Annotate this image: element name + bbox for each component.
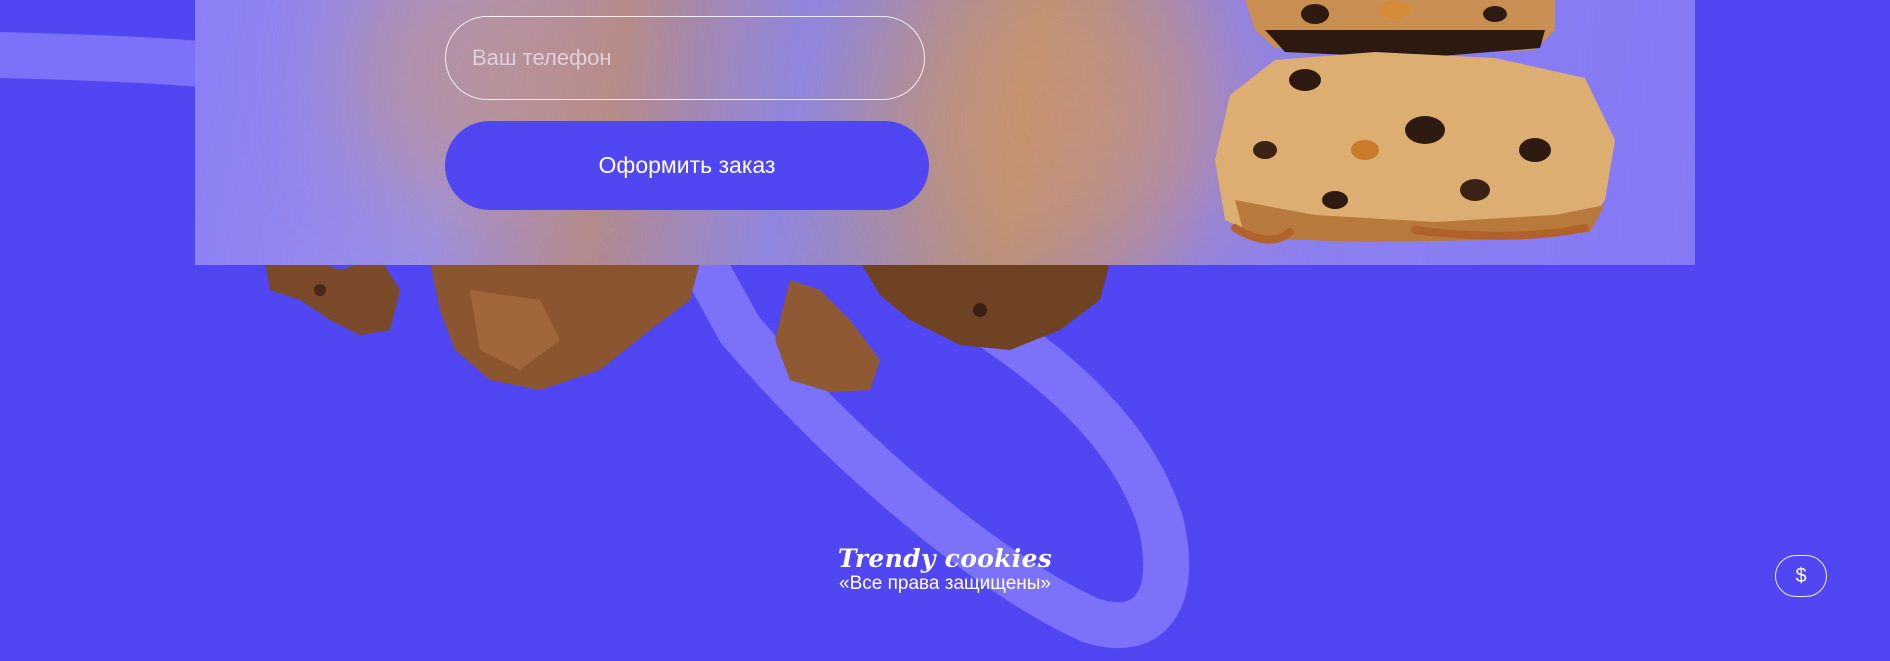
- footer: Trendy cookies «Все права защищены»: [795, 545, 1095, 595]
- currency-button[interactable]: $: [1775, 555, 1827, 597]
- copyright-text: «Все права защищены»: [839, 573, 1051, 594]
- order-panel: Оформить заказ: [195, 0, 1695, 265]
- phone-input[interactable]: [445, 16, 925, 100]
- brand-logo: Trendy cookies: [837, 544, 1053, 573]
- cookie-stack-image: [1215, 0, 1615, 244]
- place-order-button[interactable]: Оформить заказ: [445, 121, 929, 210]
